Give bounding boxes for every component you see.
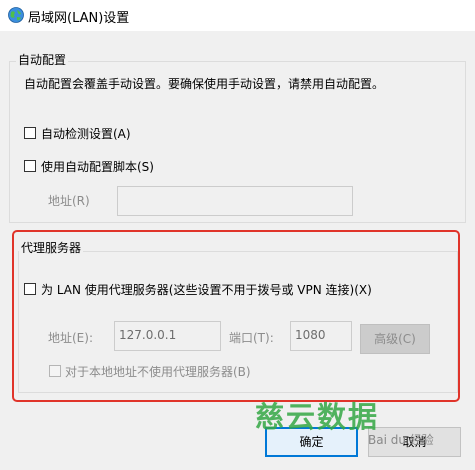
auto-config-description: 自动配置会覆盖手动设置。要确保使用手动设置，请禁用自动配置。 xyxy=(24,77,385,91)
use-script-label[interactable]: 使用自动配置脚本(S) xyxy=(41,158,154,175)
auto-detect-checkbox[interactable] xyxy=(24,127,36,139)
brand-watermark: 慈云数据 xyxy=(255,400,380,434)
script-address-label: 地址(R) xyxy=(48,194,90,208)
internet-globe-icon xyxy=(8,7,24,23)
lan-settings-dialog: 自动配置 自动配置会覆盖手动设置。要确保使用手动设置，请禁用自动配置。 自动检测… xyxy=(0,31,475,470)
auto-detect-label[interactable]: 自动检测设置(A) xyxy=(41,125,131,142)
baidu-watermark: Bai du 经验 xyxy=(368,433,434,447)
script-address-input[interactable] xyxy=(117,186,353,216)
title-bar: 局域网(LAN)设置 xyxy=(0,0,475,30)
auto-config-group-label: 自动配置 xyxy=(16,51,69,68)
window-title: 局域网(LAN)设置 xyxy=(28,11,130,26)
proxy-highlight-box xyxy=(12,230,460,402)
use-script-checkbox[interactable] xyxy=(24,160,36,172)
